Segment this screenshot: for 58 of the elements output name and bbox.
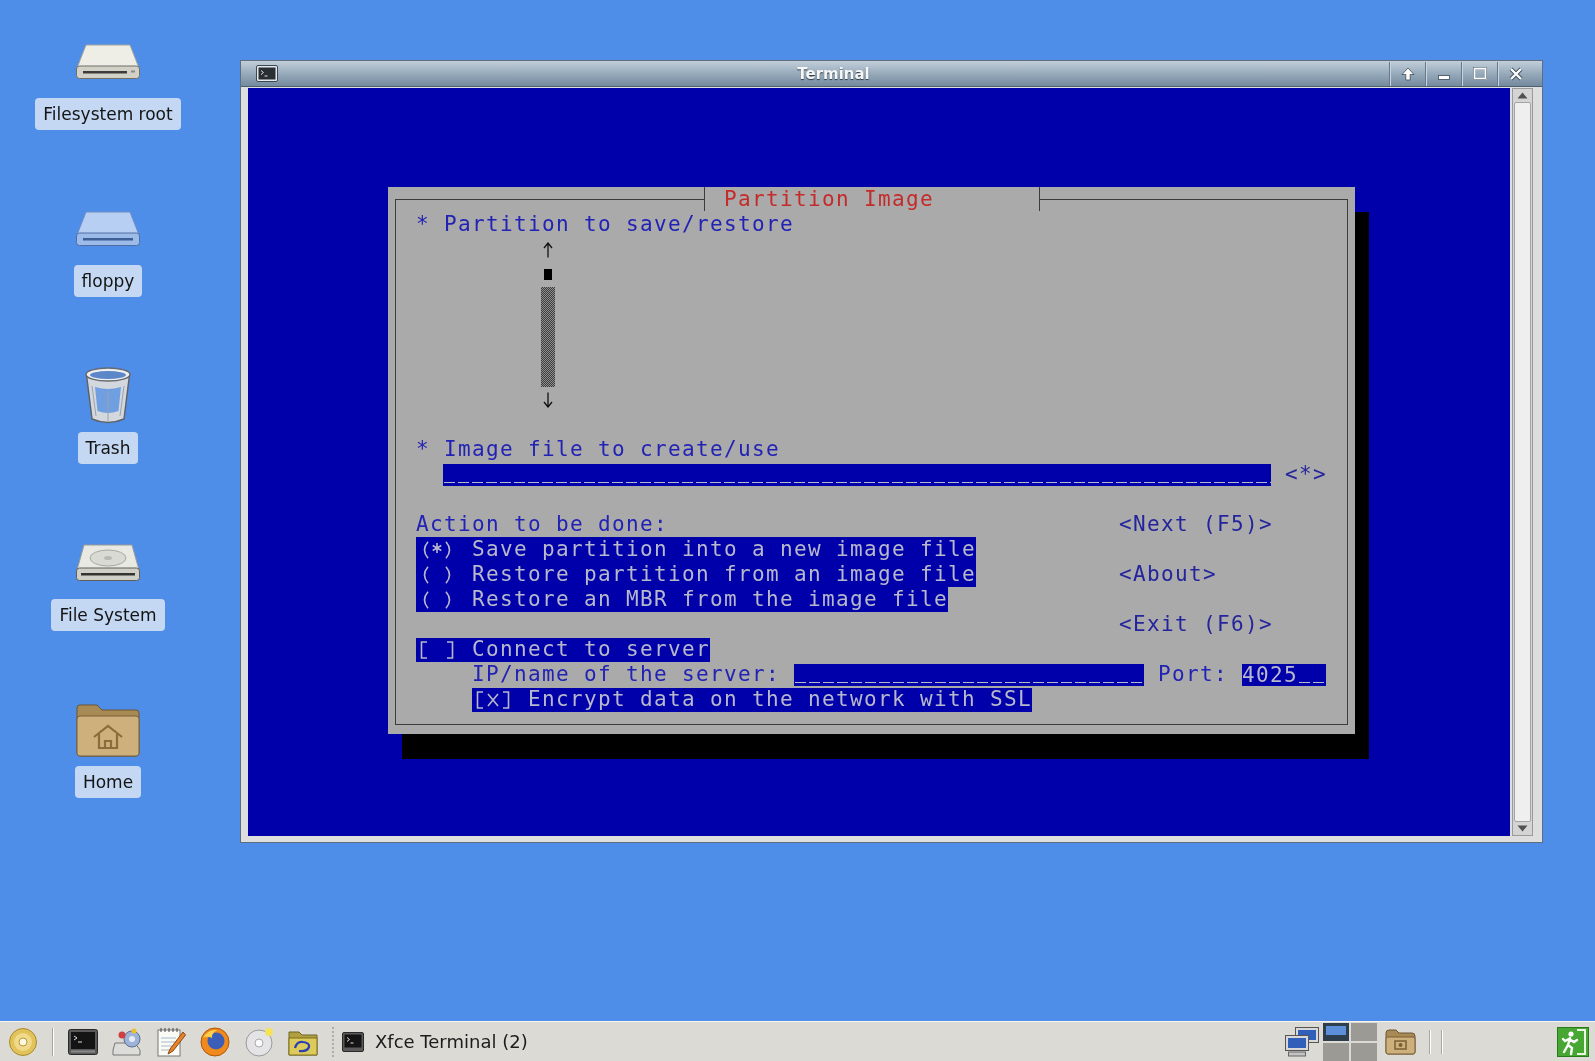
server-label: IP/name of the server: bbox=[472, 662, 780, 687]
port-field[interactable]: 4025 bbox=[1242, 663, 1327, 686]
icon-label[interactable]: floppy bbox=[73, 265, 143, 297]
dialog-button[interactable]: <Next (F5)> bbox=[1119, 512, 1273, 537]
network-computers-icon[interactable] bbox=[1285, 1026, 1320, 1057]
terminal-icon[interactable] bbox=[68, 1028, 98, 1055]
exit-icon[interactable] bbox=[1557, 1026, 1589, 1057]
checkbox-icon[interactable] bbox=[476, 690, 510, 709]
disc-icon[interactable] bbox=[8, 1026, 38, 1057]
icon-label[interactable]: Trash bbox=[77, 432, 139, 464]
port-label: Port: bbox=[1158, 662, 1229, 687]
checkbox-option[interactable]: Connect to server bbox=[416, 637, 710, 662]
window-title: Terminal bbox=[796, 64, 871, 83]
notepad-pencil-icon[interactable] bbox=[156, 1026, 186, 1057]
arrow-up-icon[interactable] bbox=[1517, 92, 1528, 99]
radio-option[interactable]: Restore partition from an image file bbox=[416, 562, 976, 587]
scrollbar[interactable] bbox=[1512, 88, 1533, 836]
drive-icon[interactable] bbox=[75, 211, 141, 247]
workspace-cell[interactable] bbox=[1323, 1023, 1349, 1041]
checkbox-icon[interactable] bbox=[420, 640, 454, 659]
browse-button[interactable]: <*> bbox=[1285, 462, 1327, 487]
terminal-icon[interactable] bbox=[256, 65, 278, 82]
partition-label: * Partition to save/restore bbox=[416, 212, 794, 237]
input-field[interactable] bbox=[443, 463, 1271, 486]
workspace-cell[interactable] bbox=[1351, 1023, 1377, 1041]
trash-icon[interactable] bbox=[83, 366, 133, 426]
hard-disk-icon[interactable] bbox=[75, 544, 141, 582]
icon-label[interactable]: Home bbox=[74, 766, 142, 798]
workspace-cell[interactable] bbox=[1323, 1043, 1349, 1061]
radio-option[interactable]: Save partition into a new image file bbox=[416, 537, 976, 562]
dialog-title: Partition Image bbox=[724, 187, 934, 211]
task-button[interactable]: Xfce Terminal (2) bbox=[340, 1023, 534, 1060]
maximize-icon[interactable] bbox=[1472, 67, 1487, 80]
radio-option[interactable]: Restore an MBR from the image file bbox=[416, 587, 948, 612]
arrow-up-icon[interactable] bbox=[543, 241, 553, 258]
close-icon[interactable] bbox=[1508, 66, 1523, 81]
dialog-button[interactable]: <About> bbox=[1119, 562, 1217, 587]
terminal-icon bbox=[342, 1031, 364, 1052]
arrow-down-icon[interactable] bbox=[543, 391, 553, 408]
minimize-icon[interactable] bbox=[1437, 75, 1450, 80]
drive-gear-icon[interactable] bbox=[112, 1027, 142, 1056]
image-file-label: * Image file to create/use bbox=[416, 437, 780, 462]
icon-label[interactable]: Filesystem root bbox=[35, 98, 181, 130]
scrollbar-thumb[interactable] bbox=[1514, 102, 1531, 822]
workspace-cell[interactable] bbox=[1351, 1043, 1377, 1061]
arrow-down-icon[interactable] bbox=[1517, 825, 1528, 832]
icon-label[interactable]: File System bbox=[51, 599, 165, 631]
dialog-button[interactable]: <Exit (F6)> bbox=[1119, 612, 1273, 637]
input-field[interactable] bbox=[794, 663, 1144, 686]
action-label: Action to be done: bbox=[416, 512, 668, 537]
scrollbar-track[interactable] bbox=[541, 287, 555, 387]
arrow-up-icon[interactable] bbox=[1400, 66, 1415, 81]
globe-icon[interactable] bbox=[200, 1026, 230, 1057]
drive-icon[interactable] bbox=[75, 44, 141, 80]
folder-icon[interactable] bbox=[1385, 1028, 1416, 1055]
checkbox-option[interactable]: Encrypt data on the network with SSL bbox=[472, 687, 1032, 712]
home-folder-icon[interactable] bbox=[75, 703, 141, 757]
scrollbar-thumb[interactable] bbox=[544, 269, 552, 280]
